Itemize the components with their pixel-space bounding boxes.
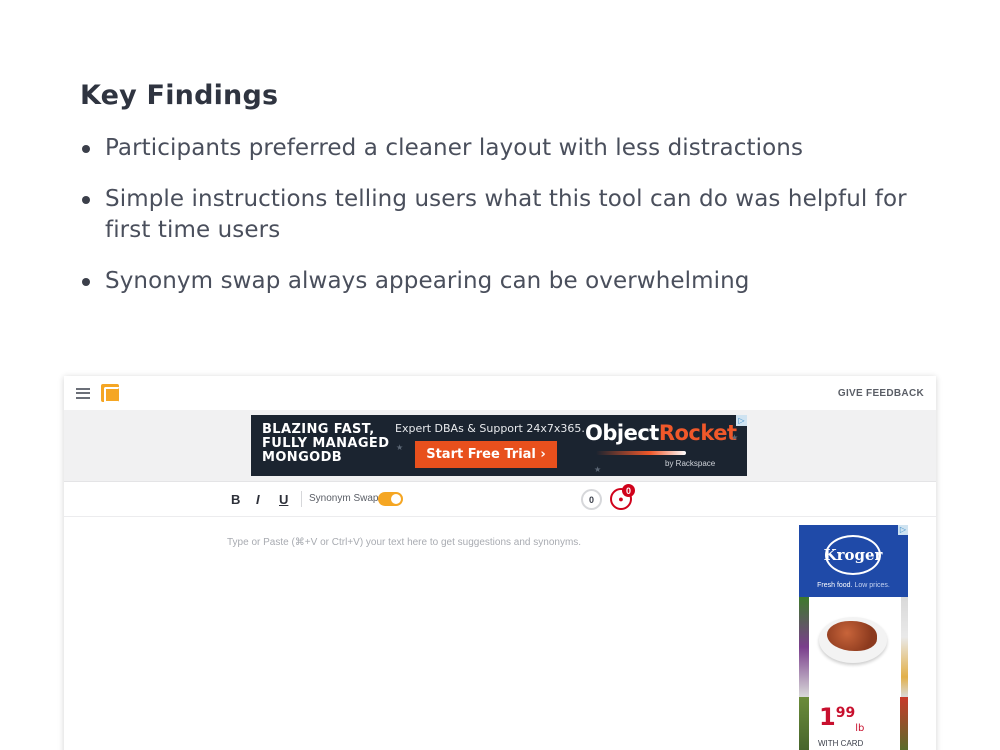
- side-ad-tagline: Fresh food. Low prices.: [817, 582, 890, 589]
- brand-main-text: Object: [585, 421, 659, 445]
- bullet-icon: [82, 145, 90, 153]
- text-editor-area[interactable]: Type or Paste (⌘+V or Ctrl+V) your text …: [64, 518, 936, 750]
- rocket-icon: [596, 451, 686, 455]
- banner-ad-area: BLAZING FAST, FULLY MANAGED MONGODB Expe…: [64, 410, 936, 482]
- app-header: GIVE FEEDBACK: [64, 376, 936, 410]
- findings-list: Participants preferred a cleaner layout …: [80, 133, 940, 297]
- bell-icon: ●: [618, 494, 624, 504]
- list-item: Synonym swap always appearing can be ove…: [80, 266, 940, 297]
- toggle-knob: [391, 494, 401, 504]
- list-item: Participants preferred a cleaner layout …: [80, 133, 940, 164]
- synonym-swap-toggle[interactable]: [378, 492, 403, 506]
- synonym-swap-label: Synonym Swap: [309, 493, 379, 504]
- side-ad-header: Kroger Fresh food. Low prices. ▷: [799, 525, 908, 597]
- side-ad-price-note: WITH CARD: [818, 739, 864, 748]
- toolbar-divider: [301, 491, 302, 507]
- kroger-logo: Kroger: [824, 535, 882, 575]
- brand-accent-text: Rocket: [658, 421, 737, 445]
- star-icon: ★: [396, 443, 404, 452]
- food-image: [799, 597, 908, 697]
- key-findings-section: Key Findings Participants preferred a cl…: [80, 80, 940, 317]
- italic-button[interactable]: I: [256, 492, 260, 507]
- editor-toolbar: B I U Synonym Swap 0 ● 0: [64, 482, 936, 517]
- finding-text: Participants preferred a cleaner layout …: [105, 135, 804, 161]
- app-logo-icon[interactable]: [101, 384, 120, 403]
- adchoices-icon[interactable]: ▷: [736, 415, 747, 426]
- banner-ad[interactable]: BLAZING FAST, FULLY MANAGED MONGODB Expe…: [251, 415, 747, 476]
- finding-text: Synonym swap always appearing can be ove…: [105, 268, 750, 294]
- start-free-trial-button[interactable]: Start Free Trial ›: [415, 441, 557, 468]
- ad-headline: BLAZING FAST, FULLY MANAGED MONGODB: [262, 422, 390, 465]
- editor-placeholder: Type or Paste (⌘+V or Ctrl+V) your text …: [227, 537, 582, 548]
- ad-brand-logo: ObjectRocket: [585, 421, 737, 445]
- ad-subtext: Expert DBAs & Support 24x7x365.: [395, 422, 585, 435]
- alert-count-indicator[interactable]: ● 0: [610, 484, 635, 510]
- give-feedback-link[interactable]: GIVE FEEDBACK: [838, 388, 924, 399]
- star-icon: ★: [594, 465, 602, 474]
- bullet-icon: [82, 196, 90, 204]
- list-item: Simple instructions telling users what t…: [80, 184, 940, 246]
- adchoices-icon[interactable]: ▷: [898, 525, 908, 535]
- hamburger-menu-icon[interactable]: [76, 387, 90, 399]
- underline-button[interactable]: U: [279, 492, 288, 507]
- side-ad[interactable]: Kroger Fresh food. Low prices. ▷ 199lb W…: [799, 525, 908, 750]
- bold-button[interactable]: B: [231, 492, 240, 507]
- alert-count-badge: 0: [622, 484, 635, 497]
- suggestion-count-indicator[interactable]: 0: [581, 489, 602, 510]
- star-icon: ★: [731, 433, 739, 442]
- ad-brand-byline: by Rackspace: [665, 459, 716, 468]
- side-ad-price: 199lb: [819, 703, 865, 734]
- bullet-icon: [82, 278, 90, 286]
- findings-title: Key Findings: [80, 80, 279, 111]
- app-screenshot: GIVE FEEDBACK BLAZING FAST, FULLY MANAGE…: [64, 376, 936, 750]
- finding-text: Simple instructions telling users what t…: [105, 186, 907, 243]
